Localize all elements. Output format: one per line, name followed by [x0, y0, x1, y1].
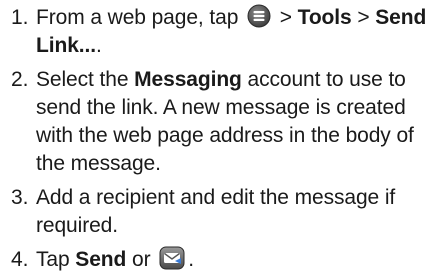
step-3: 3. Add a recipient and edit the message … — [0, 184, 436, 240]
step-text: Select the — [36, 68, 135, 91]
step-2: 2. Select the Messaging account to use t… — [0, 66, 436, 178]
send-label: Send — [75, 248, 127, 271]
separator: > — [274, 6, 298, 29]
instruction-steps: 1. From a web page, tap > Tools > Send L… — [0, 4, 436, 274]
step-number: 4. — [11, 248, 29, 271]
send-icon — [159, 246, 185, 270]
step-number: 1. — [11, 6, 29, 29]
step-text: or — [126, 248, 157, 271]
step-text: Add a recipient and edit the message if … — [36, 186, 396, 237]
step-end: . — [188, 248, 194, 271]
messaging-label: Messaging — [134, 68, 242, 91]
step-number: 3. — [11, 186, 29, 209]
step-1: 1. From a web page, tap > Tools > Send L… — [0, 4, 436, 60]
step-text: From a web page, tap — [36, 6, 245, 29]
step-4: 4. Tap Send or . — [0, 246, 436, 274]
separator: > — [351, 6, 376, 29]
step-end: . — [95, 34, 102, 57]
tools-label: Tools — [297, 6, 352, 29]
menu-icon — [247, 4, 271, 28]
step-number: 2. — [11, 68, 29, 91]
step-text: Tap — [36, 248, 76, 271]
